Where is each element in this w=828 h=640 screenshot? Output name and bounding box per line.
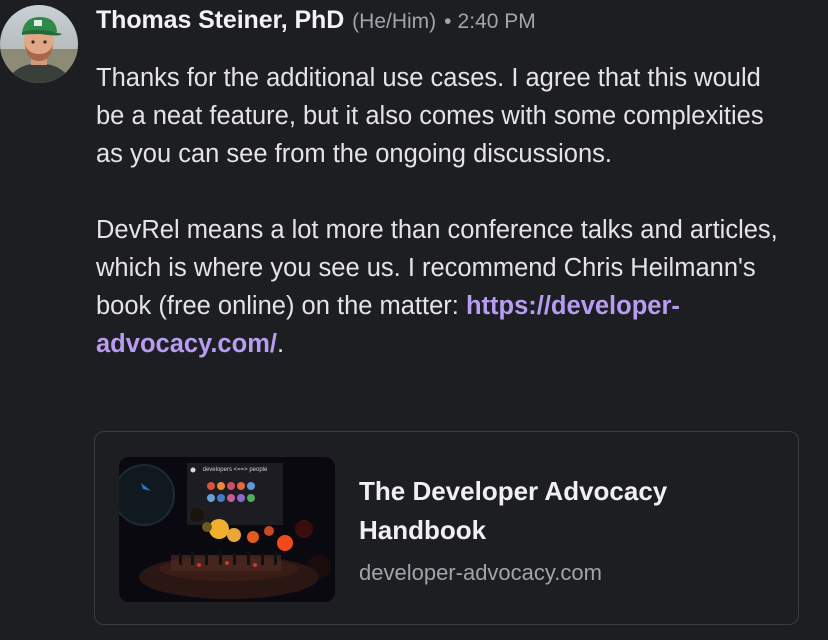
message-paragraph-1: Thanks for the additional use cases. I a… — [96, 64, 764, 168]
slide-heading: developers <==> people — [203, 467, 268, 473]
message-body: Thanks for the additional use cases. I a… — [96, 59, 796, 363]
post-header: Thomas Steiner, PhD (He/Him) • 2:40 PM — [96, 6, 536, 40]
preview-title[interactable]: The Developer Advocacy Handbook — [359, 472, 779, 550]
author-avatar[interactable] — [0, 5, 78, 83]
preview-domain: developer-advocacy.com — [359, 560, 602, 585]
link-preview-card[interactable]: developers <==> people The Developer Adv… — [94, 431, 799, 625]
post-timestamp[interactable]: 2:40 PM — [458, 10, 536, 34]
paragraph-2-end: . — [276, 330, 285, 358]
author-name[interactable]: Thomas Steiner, PhD — [96, 6, 344, 35]
message-paragraph-2: DevRel means a lot more than conference … — [96, 211, 796, 363]
separator-dot: • — [444, 10, 452, 33]
preview-thumbnail[interactable]: developers <==> people — [119, 457, 335, 602]
author-pronouns: (He/Him) — [352, 10, 437, 33]
